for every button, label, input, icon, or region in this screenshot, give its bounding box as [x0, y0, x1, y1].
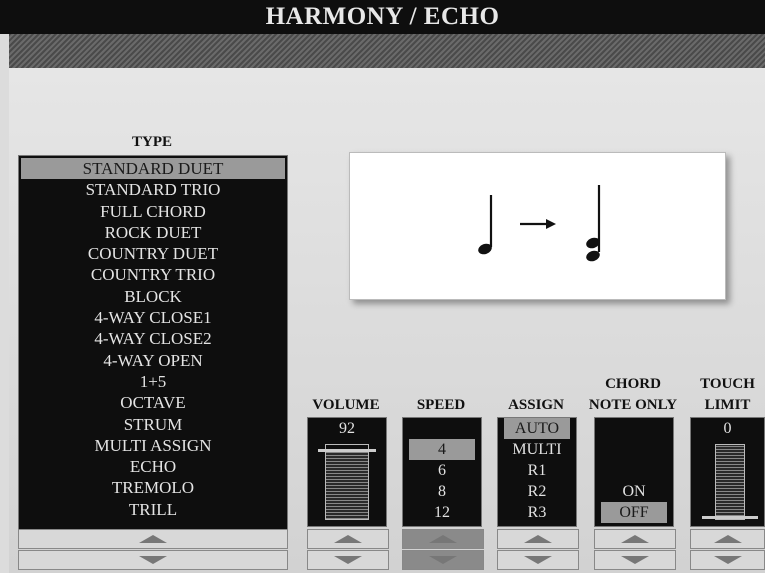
speed-spacer — [403, 418, 481, 439]
type-item[interactable]: 1+5 — [19, 371, 287, 392]
speed-up-button[interactable] — [402, 529, 484, 549]
volume-control[interactable]: 92 — [307, 417, 387, 527]
type-item[interactable]: OCTAVE — [19, 392, 287, 413]
chord-up-button[interactable] — [594, 529, 676, 549]
notation-preview-icon — [478, 185, 601, 262]
speed-label: SPEED — [416, 397, 466, 413]
touch-limit-slider[interactable] — [702, 444, 758, 520]
touch-limit-down-button[interactable] — [690, 550, 765, 570]
up-arrow-icon — [139, 535, 167, 543]
volume-slider-fill — [326, 450, 368, 519]
title-stripe — [9, 34, 765, 70]
type-item[interactable]: 4-WAY OPEN — [19, 350, 287, 371]
up-arrow-icon — [334, 535, 362, 543]
type-item[interactable]: ECHO — [19, 456, 287, 477]
harmony-preview — [349, 152, 726, 300]
type-label: TYPE — [131, 134, 172, 150]
down-arrow-icon — [713, 556, 742, 564]
volume-label: VOLUME — [312, 397, 380, 413]
type-item[interactable]: COUNTRY DUET — [19, 243, 287, 264]
assign-option[interactable]: R2 — [498, 481, 576, 502]
volume-up-button[interactable] — [307, 529, 389, 549]
down-arrow-icon — [621, 556, 649, 564]
assign-label: ASSIGN — [508, 397, 564, 413]
note-only-label: NOTE ONLY — [588, 397, 678, 413]
touch-label: TOUCH — [700, 376, 755, 392]
volume-slider[interactable] — [318, 444, 376, 520]
assign-down-button[interactable] — [497, 550, 579, 570]
speed-option[interactable]: 8 — [403, 481, 481, 502]
assign-list[interactable]: AUTO MULTI R1 R2 R3 — [497, 417, 577, 527]
assign-option[interactable]: MULTI — [498, 439, 576, 460]
chord-label: CHORD — [605, 376, 661, 392]
type-item[interactable]: STANDARD TRIO — [19, 179, 287, 200]
touch-limit-control[interactable]: 0 — [690, 417, 765, 527]
assign-option[interactable]: AUTO — [504, 418, 570, 439]
volume-down-button[interactable] — [307, 550, 389, 570]
volume-slider-thumb[interactable] — [318, 448, 376, 452]
assign-option[interactable]: R3 — [498, 502, 576, 523]
chord-spacer — [595, 439, 673, 460]
type-item[interactable]: FULL CHORD — [19, 201, 287, 222]
type-item[interactable]: 4-WAY CLOSE2 — [19, 328, 287, 349]
up-arrow-icon — [713, 535, 742, 543]
type-item[interactable]: 4-WAY CLOSE1 — [19, 307, 287, 328]
speed-option[interactable]: 12 — [403, 502, 481, 523]
type-item[interactable]: MULTI ASSIGN — [19, 435, 287, 456]
chord-spacer — [595, 418, 673, 439]
down-arrow-icon — [524, 556, 552, 564]
chord-spacer — [595, 460, 673, 481]
type-scroll-up-button[interactable] — [18, 529, 288, 549]
type-item[interactable]: ROCK DUET — [19, 222, 287, 243]
type-item[interactable]: TRILL — [19, 499, 287, 520]
touch-limit-slider-thumb[interactable] — [702, 516, 758, 519]
window-title: HARMONY / ECHO — [0, 0, 765, 34]
type-item[interactable]: TREMOLO — [19, 477, 287, 498]
chord-down-button[interactable] — [594, 550, 676, 570]
up-arrow-icon — [621, 535, 649, 543]
speed-option[interactable]: 4 — [409, 439, 475, 460]
speed-down-button[interactable] — [402, 550, 484, 570]
volume-value: 92 — [339, 420, 355, 437]
type-item[interactable]: COUNTRY TRIO — [19, 264, 287, 285]
type-item[interactable]: STANDARD DUET — [21, 158, 285, 180]
chord-note-only-list[interactable]: ON OFF — [594, 417, 674, 527]
chord-option[interactable]: ON — [595, 481, 673, 502]
touch-limit-value: 0 — [723, 420, 732, 437]
type-item[interactable]: STRUM — [19, 414, 287, 435]
down-arrow-icon — [334, 556, 362, 564]
touch-limit-up-button[interactable] — [690, 529, 765, 549]
limit-label: LIMIT — [704, 397, 751, 413]
down-arrow-icon — [429, 556, 457, 564]
type-item[interactable]: BLOCK — [19, 286, 287, 307]
speed-option[interactable]: 6 — [403, 460, 481, 481]
assign-up-button[interactable] — [497, 529, 579, 549]
speed-list[interactable]: 4 6 8 12 — [402, 417, 482, 527]
assign-option[interactable]: R1 — [498, 460, 576, 481]
up-arrow-icon — [524, 535, 552, 543]
up-arrow-icon — [429, 535, 457, 543]
down-arrow-icon — [139, 556, 167, 564]
chord-option[interactable]: OFF — [601, 502, 667, 523]
type-list[interactable]: STANDARD DUET STANDARD TRIO FULL CHORD R… — [18, 155, 288, 530]
type-scroll-down-button[interactable] — [18, 550, 288, 570]
